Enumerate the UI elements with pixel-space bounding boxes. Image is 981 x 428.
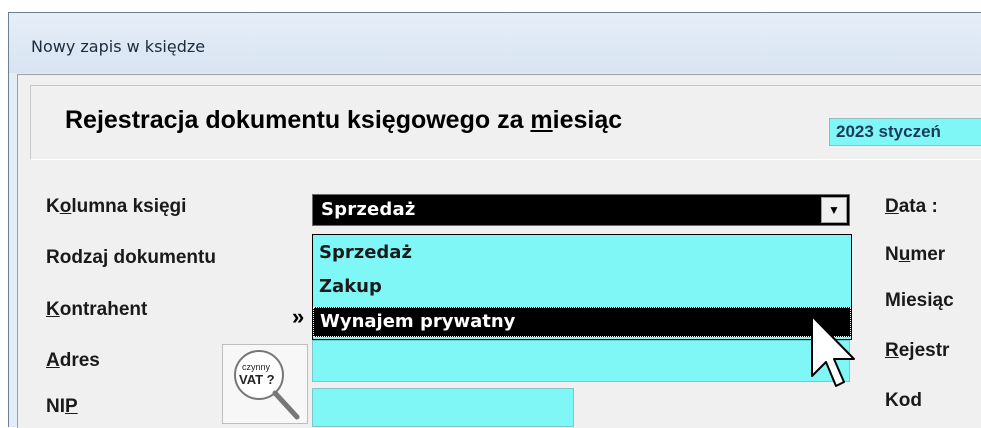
- label-kolumna-ksiegi: Kolumna księgi: [46, 196, 187, 217]
- label-rodzaj-dokumentu: Rodzaj dokumentu: [46, 247, 216, 268]
- label-data: Data :: [885, 196, 938, 217]
- vat-button-line2: VAT ?: [239, 372, 275, 387]
- label-kod: Kod: [885, 390, 922, 411]
- vat-check-button[interactable]: czynny VAT ?: [222, 344, 308, 424]
- right-labels-column: Data : Numer Miesiąc Rejestr Kod: [885, 190, 981, 427]
- window-title: Nowy zapis w księdze: [31, 37, 206, 56]
- label-nip: NIP: [46, 396, 78, 417]
- title-bar[interactable]: Nowy zapis w księdze: [9, 13, 981, 73]
- mouse-pointer-icon: [811, 315, 855, 387]
- kolumna-ksiegi-combobox[interactable]: Sprzedaż ▼: [312, 194, 850, 226]
- kontrahent-select-button[interactable]: »: [292, 304, 304, 330]
- nip-field[interactable]: [312, 388, 574, 427]
- month-field[interactable]: 2023 styczeń: [829, 118, 981, 146]
- dropdown-option[interactable]: Zakup: [313, 273, 851, 303]
- label-numer: Numer: [885, 244, 946, 265]
- label-kontrahent: Kontrahent: [46, 299, 148, 320]
- label-miesiac: Miesiąc: [885, 290, 954, 311]
- combobox-value: Sprzedaż: [321, 199, 416, 220]
- label-adres: Adres: [46, 350, 100, 371]
- adres-field[interactable]: [312, 340, 850, 382]
- dropdown-option[interactable]: Sprzedaż: [313, 239, 851, 269]
- chevron-down-icon[interactable]: ▼: [821, 197, 847, 223]
- vat-button-line1: czynny: [242, 362, 271, 372]
- label-rejestr: Rejestr: [885, 340, 950, 361]
- dropdown-option-selected[interactable]: Wynajem prywatny: [313, 307, 851, 337]
- page-title: Rejestracja dokumentu księgowego za mies…: [65, 106, 623, 134]
- kolumna-ksiegi-dropdown: Sprzedaż Zakup Wynajem prywatny: [312, 234, 852, 340]
- header-panel: Rejestracja dokumentu księgowego za mies…: [30, 85, 981, 160]
